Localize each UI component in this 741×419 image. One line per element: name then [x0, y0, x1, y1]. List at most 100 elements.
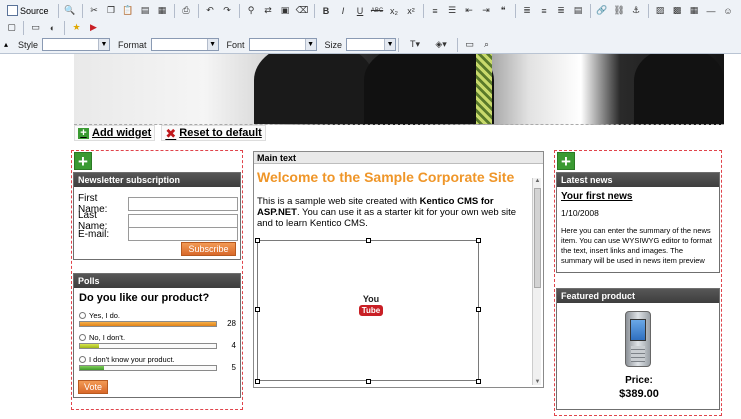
resize-handle[interactable] [476, 379, 481, 384]
separator [514, 3, 516, 18]
size-select[interactable]: ▼ [346, 38, 397, 51]
style-select[interactable]: ▼ [42, 38, 111, 51]
editor-toolbar: Source 🔍 ✂ ❐ 📋 ▤ ▦ ⎙ ↶ ↷ ⚲ ⇄ ▣ ⌫ B I U A… [0, 0, 741, 54]
indent-icon[interactable]: ⇥ [479, 3, 494, 18]
resize-handle[interactable] [366, 379, 371, 384]
chevron-down-icon: ▼ [384, 39, 396, 50]
radio-icon[interactable] [79, 356, 86, 363]
email-label: E-mail: [78, 228, 110, 240]
separator [238, 3, 240, 18]
outdent-icon[interactable]: ⇤ [462, 3, 477, 18]
reset-default-link[interactable]: ✖ Reset to default [161, 125, 266, 141]
add-widget-label: Add widget [92, 127, 152, 139]
maximize-icon[interactable]: ▭ [462, 37, 477, 52]
subscript-button[interactable]: x₂ [387, 3, 402, 18]
poll-result-fill [80, 344, 100, 348]
preview-icon[interactable]: 🔍 [63, 3, 78, 18]
remove-format-icon[interactable]: ⌫ [295, 3, 310, 18]
product-image[interactable] [605, 307, 671, 371]
add-widget-link[interactable]: + Add widget [74, 125, 156, 141]
horizontal-rule-icon[interactable]: ― [704, 3, 719, 18]
paste-word-icon[interactable]: ▦ [155, 3, 170, 18]
chevron-down-icon: ▼ [206, 39, 218, 50]
right-zone-add-button[interactable]: + [557, 152, 575, 171]
news-item-summary: Here you can enter the summary of the ne… [561, 226, 712, 265]
radio-icon[interactable] [79, 312, 86, 319]
resize-handle[interactable] [255, 307, 260, 312]
scroll-up-icon[interactable]: ▲ [533, 178, 542, 184]
select-all-icon[interactable]: ▣ [278, 3, 293, 18]
find-icon[interactable]: ⚲ [244, 3, 259, 18]
scrollbar-thumb[interactable] [534, 188, 541, 288]
poll-option[interactable]: No, I don't. [79, 333, 125, 342]
scroll-down-icon[interactable]: ▼ [533, 379, 542, 385]
align-center-icon[interactable]: ≡ [537, 3, 552, 18]
unlink-icon[interactable]: ⛓ [612, 3, 627, 18]
collapse-toolbar-icon[interactable]: ▴ [4, 38, 10, 52]
news-item-title-link[interactable]: Your first news [561, 191, 633, 202]
paste-icon[interactable]: 📋 [121, 3, 136, 18]
main-text-editable-region[interactable]: Main text Welcome to the Sample Corporat… [253, 151, 544, 388]
bold-button[interactable]: B [319, 3, 334, 18]
bullet-list-icon[interactable]: ☰ [445, 3, 460, 18]
font-select[interactable]: ▼ [248, 38, 317, 51]
youtube-icon[interactable]: ▶ [86, 20, 101, 35]
underline-button[interactable]: U [353, 3, 368, 18]
resize-handle[interactable] [476, 238, 481, 243]
undo-icon[interactable]: ↶ [203, 3, 218, 18]
separator [23, 20, 24, 35]
intro-text: This is a sample web site created with [257, 196, 420, 207]
anchor-icon[interactable]: ⚓ [629, 3, 644, 18]
image-icon[interactable]: ▨ [653, 3, 668, 18]
main-text-scrollbar[interactable]: ▲ ▼ [532, 178, 541, 385]
smiley-icon[interactable]: ☺ [721, 3, 736, 18]
flash-icon[interactable]: ▩ [670, 3, 685, 18]
separator [64, 20, 65, 35]
resize-handle[interactable] [255, 379, 260, 384]
resize-handle[interactable] [476, 307, 481, 312]
bg-color-icon[interactable]: ◈▾ [429, 37, 453, 52]
insert-widget-icon[interactable]: ◐ [45, 20, 60, 35]
format-select[interactable]: ▼ [150, 38, 219, 51]
separator [422, 3, 424, 18]
separator [81, 3, 83, 18]
youtube-video-embed[interactable]: You Tube [257, 240, 479, 381]
print-icon[interactable]: ⎙ [179, 3, 194, 18]
source-button[interactable]: Source [4, 3, 52, 18]
justify-icon[interactable]: ▤ [571, 3, 586, 18]
show-blocks-icon[interactable]: ⌕ [479, 37, 494, 52]
insert-media-icon[interactable]: ▢ [4, 20, 19, 35]
blockquote-icon[interactable]: ❝ [496, 3, 511, 18]
align-left-icon[interactable]: ≣ [520, 3, 535, 18]
cut-icon[interactable]: ✂ [87, 3, 102, 18]
paste-text-icon[interactable]: ▤ [138, 3, 153, 18]
italic-button[interactable]: I [336, 3, 351, 18]
email-input[interactable] [128, 227, 238, 241]
separator [457, 37, 459, 52]
first-name-input[interactable] [128, 197, 238, 211]
copy-icon[interactable]: ❐ [104, 3, 119, 18]
resize-handle[interactable] [366, 238, 371, 243]
special-char-icon[interactable]: Ω [738, 3, 741, 18]
poll-option[interactable]: Yes, I do. [79, 311, 120, 320]
strike-button[interactable]: ABC [370, 3, 385, 18]
align-right-icon[interactable]: ≣ [554, 3, 569, 18]
banner-person-shape [364, 54, 494, 124]
poll-option[interactable]: I don't know your product. [79, 355, 175, 364]
banner-tie-shape [476, 54, 492, 124]
last-name-input[interactable] [128, 214, 238, 228]
vote-button[interactable]: Vote [78, 380, 108, 394]
numbered-list-icon[interactable]: ≡ [428, 3, 443, 18]
inline-control-icon[interactable]: ▭ [28, 20, 43, 35]
subscribe-button[interactable]: Subscribe [181, 242, 236, 256]
star-icon[interactable]: ★ [69, 20, 84, 35]
replace-icon[interactable]: ⇄ [261, 3, 276, 18]
link-icon[interactable]: 🔗 [595, 3, 610, 18]
left-zone-add-button[interactable]: + [74, 152, 92, 171]
text-color-icon[interactable]: T▾ [403, 37, 427, 52]
radio-icon[interactable] [79, 334, 86, 341]
resize-handle[interactable] [255, 238, 260, 243]
table-icon[interactable]: ▦ [687, 3, 702, 18]
redo-icon[interactable]: ↷ [220, 3, 235, 18]
superscript-button[interactable]: x² [404, 3, 419, 18]
